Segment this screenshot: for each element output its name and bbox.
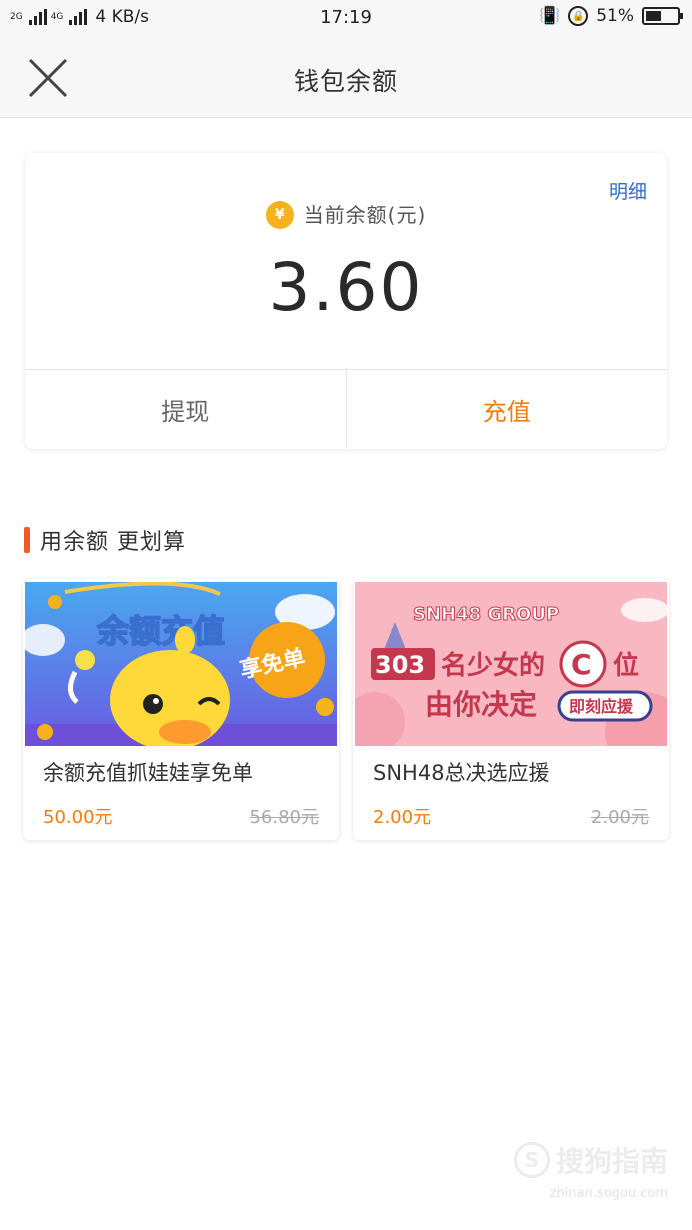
promo-original-price: 56.80元 — [249, 807, 319, 828]
status-bar: 2G 4G 4 KB/s 17:19 📳 🔒 51% — [0, 0, 692, 36]
sogou-logo-icon: S — [513, 1142, 550, 1178]
vibrate-icon: 📳 — [539, 6, 561, 26]
banner-line1-end: 位 — [613, 650, 639, 681]
status-right: 📳 🔒 51% — [539, 6, 683, 26]
coin-icon: ¥ — [265, 197, 294, 229]
balance-amount: 3.60 — [268, 249, 424, 326]
balance-card: 明细 ¥ 当前余额(元) 3.60 提现 充值 — [25, 153, 667, 449]
rotation-lock-icon: 🔒 — [568, 6, 589, 26]
banner-cta: 即刻应援 — [569, 697, 634, 716]
banner-brand: SNH48 GROUP — [413, 604, 559, 625]
banner-number: 303 — [375, 651, 425, 679]
header: 钱包余额 — [0, 36, 692, 118]
promo-banner-snh48: SNH48 GROUP 303 名少女的 C 位 由你决定 即刻应援 — [355, 582, 667, 746]
promo-name: SNH48总决选应援 — [373, 761, 550, 785]
banner-line1: 名少女的 — [441, 650, 545, 681]
promo-price: 2.00元 — [373, 807, 432, 828]
promo-name: 余额充值抓娃娃享免单 — [43, 761, 253, 785]
promo-banner-recharge: 余额充值 享免单 — [25, 582, 337, 746]
banner-title-recharge: 余额充值 — [96, 612, 225, 650]
battery-percent: 51% — [596, 6, 634, 26]
banner-c-letter: C — [571, 648, 592, 681]
coin-symbol: ¥ — [265, 201, 294, 229]
battery-icon — [642, 7, 683, 25]
promo-original-price: 2.00元 — [590, 807, 649, 828]
withdraw-button[interactable]: 提现 — [25, 370, 347, 449]
banner-line2: 由你决定 — [425, 688, 537, 721]
promo-card-recharge[interactable]: 余额充值 享免单 余额充值抓娃娃享免单 50.00元 56.80元 — [23, 579, 339, 840]
page-title: 钱包余额 — [293, 67, 398, 96]
snh48-banner-image: SNH48 GROUP 303 名少女的 C 位 由你决定 即刻应援 — [355, 582, 667, 746]
balance-actions: 提现 充值 — [25, 369, 667, 449]
section-title: 用余额 更划算 — [40, 530, 186, 555]
section-heading: 用余额 更划算 — [24, 524, 186, 556]
watermark-text: 搜狗指南 — [555, 1145, 668, 1178]
balance-label-row: ¥ 当前余额(元) — [25, 197, 667, 229]
balance-label: 当前余额(元) — [303, 202, 427, 227]
battery-fill — [646, 11, 661, 21]
watermark-url: zhinan.sogou.com — [549, 1186, 668, 1201]
promo-card-snh48[interactable]: SNH48 GROUP 303 名少女的 C 位 由你决定 即刻应援 SNH48… — [353, 579, 669, 840]
duck-banner-image: 余额充值 享免单 — [25, 582, 337, 746]
recharge-button[interactable]: 充值 — [347, 370, 668, 449]
watermark: S 搜狗指南 — [513, 1140, 668, 1180]
section-accent-bar — [24, 527, 30, 553]
promo-price: 50.00元 — [43, 807, 113, 828]
